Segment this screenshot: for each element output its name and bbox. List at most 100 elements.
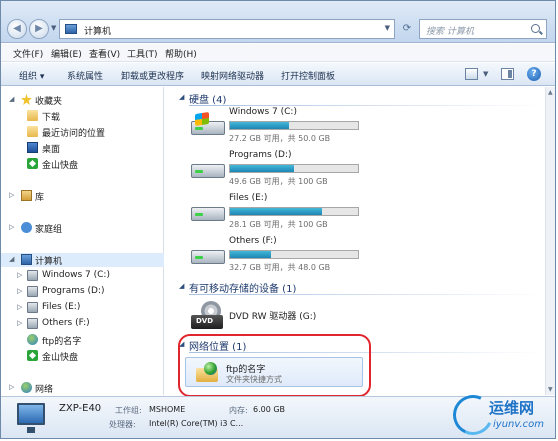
nav-item-label: 桌面 [42,145,61,155]
processor-label: 处理器: [109,420,136,429]
explorer-window: ◀ ▶ ▼ 计算机 ▼ ⟳ 搜索 计算机 文件(F) 编辑(E) 查看(V) 工… [0,0,556,439]
nav-network[interactable]: ▷ 网络 [1,381,164,395]
nav-homegroup[interactable]: ▷ 家庭组 [1,221,164,235]
drive-usage-bar [229,121,359,130]
drive-item-f[interactable]: Others (F:) 32.7 GB 可用，共 48.0 GB [185,234,365,274]
drive-name: Others (F:) [229,236,277,246]
expand-icon[interactable]: ▷ [17,271,22,279]
group-divider [189,294,545,295]
drive-item-e[interactable]: Files (E:) 28.1 GB 可用，共 100 GB [185,191,365,231]
organize-button[interactable]: 组织 ▾ [19,69,44,82]
windows-logo-icon [195,112,209,126]
change-view-icon[interactable] [465,68,478,80]
refresh-icon[interactable]: ⟳ [399,19,415,39]
computer-monitor-icon [17,403,45,433]
vertical-scrollbar[interactable]: ▲ ▼ [545,87,555,395]
expand-icon[interactable]: ▷ [17,287,22,295]
menu-bar: 文件(F) 编辑(E) 查看(V) 工具(T) 帮助(H) [1,44,555,62]
collapse-icon[interactable]: ◢ [179,282,184,290]
drive-item-c[interactable]: Windows 7 (C:) 27.2 GB 可用，共 50.0 GB [185,105,365,145]
nav-libraries[interactable]: ▷ 库 [1,189,164,203]
expand-icon[interactable]: ▷ [17,319,22,327]
group-removable-storage[interactable]: ◢ 有可移动存储的设备 (1) [179,280,545,295]
collapse-icon[interactable]: ◢ [9,255,14,263]
nav-item-ftp[interactable]: ftp的名字 [1,333,164,347]
drive-space-info: 27.2 GB 可用，共 50.0 GB [229,134,331,143]
search-placeholder: 搜索 计算机 [426,27,474,37]
nav-item-label: Windows 7 (C:) [42,270,110,280]
view-options-chevron-down-icon[interactable]: ▼ [483,70,488,78]
nav-item-drive-d[interactable]: ▷ Programs (D:) [1,285,164,299]
nav-favorites[interactable]: ◢ 收藏夹 [1,93,164,107]
nav-item-kuaipan-drive[interactable]: 金山快盘 [1,349,164,363]
nav-item-label: 金山快盘 [42,353,79,363]
drive-icon [191,199,225,223]
menu-edit[interactable]: 编辑(E) [51,47,82,60]
nav-item-drive-f[interactable]: ▷ Others (F:) [1,317,164,331]
drive-icon [27,270,38,281]
expand-icon[interactable]: ◢ [9,95,14,103]
nav-libraries-label: 库 [35,193,45,203]
dvd-badge: DVD [196,317,214,325]
command-bar: 组织 ▾ 系统属性 卸载或更改程序 映射网络驱动器 打开控制面板 ▼ ? [1,63,555,86]
nav-computer[interactable]: ◢ 计算机 [1,253,164,267]
library-icon [21,190,32,201]
nav-item-drive-e[interactable]: ▷ Files (E:) [1,301,164,315]
nav-item-drive-c[interactable]: ▷ Windows 7 (C:) [1,269,164,283]
network-folder-icon [27,334,38,345]
menu-tools[interactable]: 工具(T) [127,47,158,60]
drive-name: Windows 7 (C:) [229,107,297,117]
address-path: 计算机 [84,27,112,37]
highlight-annotation [178,334,371,397]
map-network-drive-button[interactable]: 映射网络驱动器 [201,69,264,82]
search-icon[interactable] [531,24,540,33]
expand-icon[interactable]: ▷ [9,383,14,391]
dvd-drive-item[interactable]: DVD DVD RW 驱动器 (G:) [185,297,365,337]
open-control-panel-button[interactable]: 打开控制面板 [281,69,335,82]
collapse-icon[interactable]: ◢ [179,93,184,101]
help-icon[interactable]: ? [527,67,541,81]
workgroup-label: 工作组: [115,406,142,415]
nav-computer-label: 计算机 [35,257,63,267]
forward-button[interactable]: ▶ [29,19,49,39]
nav-favorites-label: 收藏夹 [35,97,63,107]
drive-name: Programs (D:) [229,150,292,160]
uninstall-program-button[interactable]: 卸载或更改程序 [121,69,184,82]
expand-icon[interactable]: ▷ [9,223,14,231]
group-title: 有可移动存储的设备 (1) [189,284,297,295]
computer-name: ZXP-E40 [59,403,102,414]
expand-icon[interactable]: ▷ [9,191,14,199]
nav-item-kuaipan[interactable]: 金山快盘 [1,157,164,171]
navigation-pane: ◢ 收藏夹 下载 最近访问的位置 桌面 金山快盘 ▷ 库 ▷ 家庭组 ◢ 计算机… [1,87,164,395]
nav-item-recent-places[interactable]: 最近访问的位置 [1,125,164,139]
scroll-up-icon[interactable]: ▲ [548,89,553,96]
nav-item-label: Others (F:) [42,318,90,328]
menu-file[interactable]: 文件(F) [13,47,43,60]
computer-icon [65,24,77,34]
menu-view[interactable]: 查看(V) [89,47,120,60]
address-field[interactable]: 计算机 ▼ [59,19,395,39]
nav-item-label: Files (E:) [42,302,81,312]
scroll-down-icon[interactable]: ▼ [548,386,553,393]
drive-item-d[interactable]: Programs (D:) 49.6 GB 可用，共 100 GB [185,148,365,188]
star-icon [21,94,32,105]
drive-name: DVD RW 驱动器 (G:) [229,312,317,322]
nav-item-label: 金山快盘 [42,161,79,171]
address-chevron-down-icon[interactable]: ▼ [385,24,390,32]
drive-icon [27,302,38,313]
back-button[interactable]: ◀ [7,19,27,39]
nav-item-label: 最近访问的位置 [42,129,106,139]
drive-space-info: 28.1 GB 可用，共 100 GB [229,220,328,229]
preview-pane-icon[interactable] [501,68,514,80]
workgroup-value: MSHOME [149,405,186,414]
drive-usage-fill [230,251,271,258]
group-hard-drives[interactable]: ◢ 硬盘 (4) [179,91,545,106]
search-input[interactable]: 搜索 计算机 [419,19,547,39]
nav-item-desktop[interactable]: 桌面 [1,141,164,155]
menu-help[interactable]: 帮助(H) [165,47,197,60]
computer-icon [21,254,32,265]
recent-pages-chevron-down-icon[interactable]: ▼ [51,24,56,32]
expand-icon[interactable]: ▷ [17,303,22,311]
system-properties-button[interactable]: 系统属性 [67,69,103,82]
nav-item-downloads[interactable]: 下载 [1,109,164,123]
